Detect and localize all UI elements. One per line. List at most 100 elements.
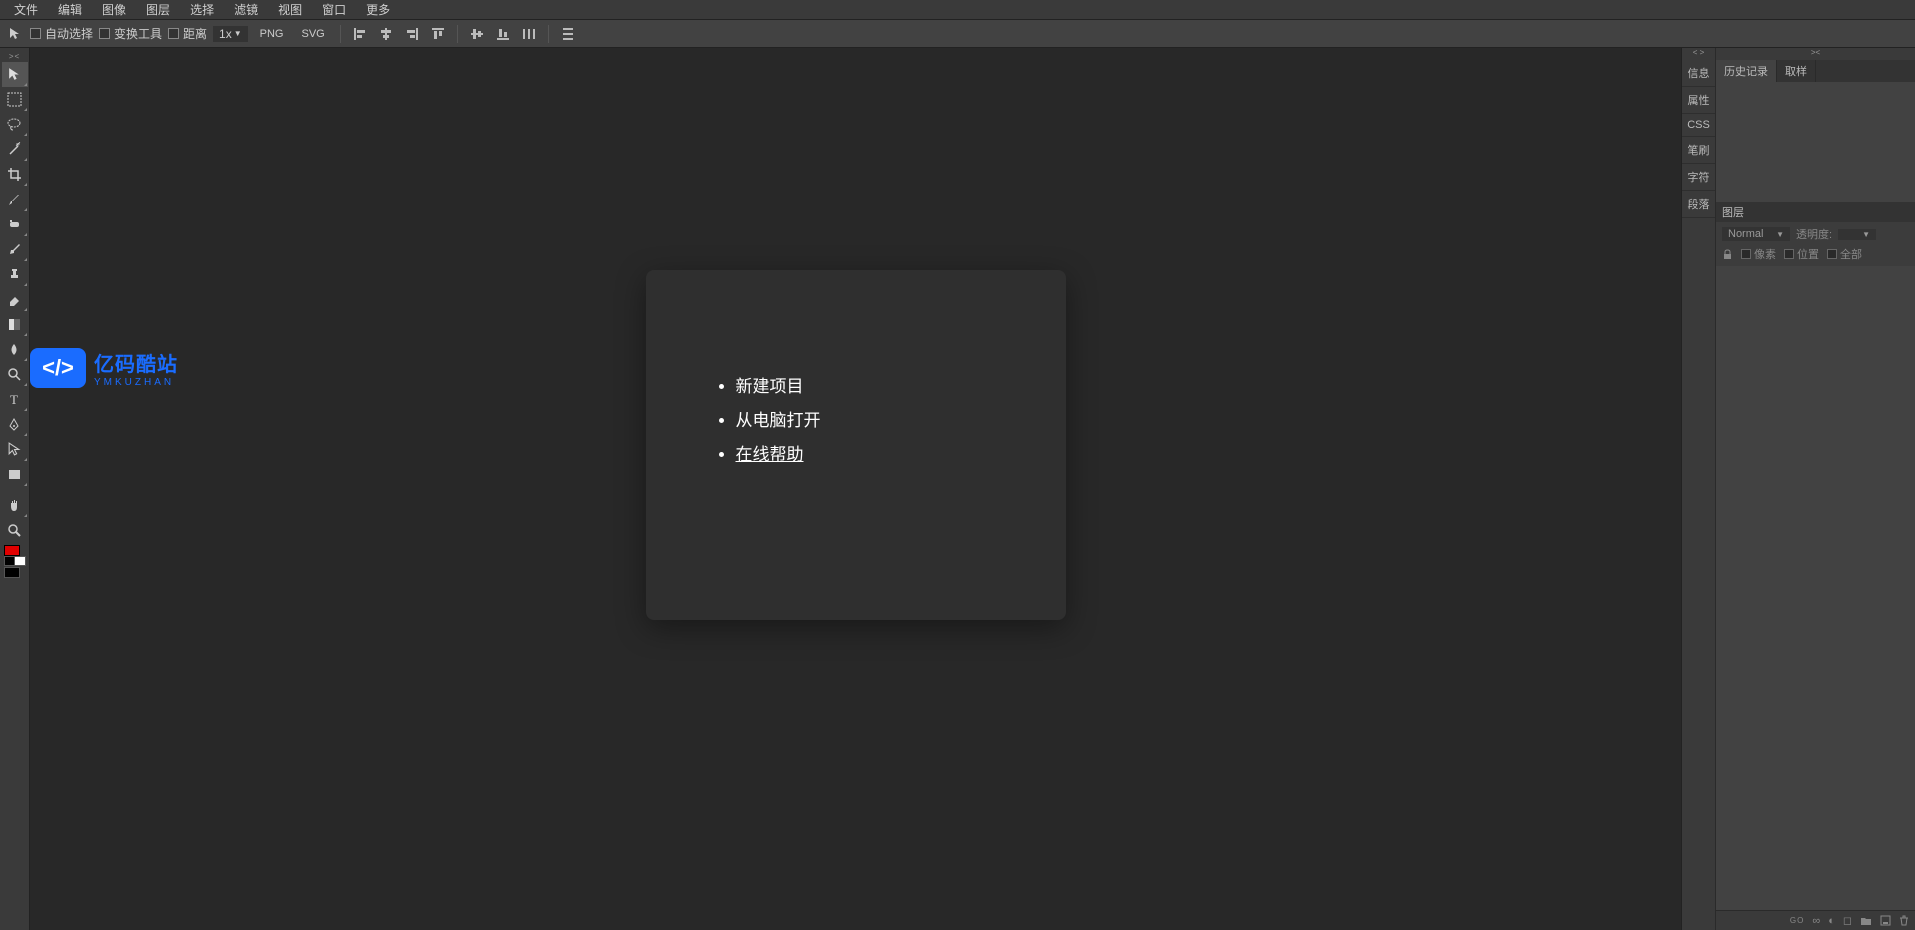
- export-png-button[interactable]: PNG: [254, 26, 290, 42]
- background-color[interactable]: [4, 567, 20, 578]
- magic-wand-tool[interactable]: [2, 137, 28, 162]
- dodge-tool[interactable]: [2, 362, 28, 387]
- layers-panel-header: 图层: [1716, 202, 1915, 222]
- layers-footer: GO ∞ ◐ ◻: [1716, 910, 1915, 930]
- svg-text:T: T: [10, 392, 18, 407]
- hand-tool[interactable]: [2, 493, 28, 518]
- menu-file[interactable]: 文件: [4, 0, 48, 20]
- clone-stamp-tool[interactable]: [2, 262, 28, 287]
- auto-select-checkbox[interactable]: 自动选择: [30, 25, 93, 42]
- menu-edit[interactable]: 编辑: [48, 0, 92, 20]
- type-tool[interactable]: T: [2, 387, 28, 412]
- lock-pixels-label: 像素: [1754, 246, 1776, 262]
- toolbar-collapse-handle[interactable]: ><: [0, 50, 29, 62]
- opacity-label: 透明度:: [1796, 226, 1832, 242]
- menu-view[interactable]: 视图: [268, 0, 312, 20]
- welcome-new-project[interactable]: 新建项目: [736, 370, 1006, 404]
- footer-trash-icon[interactable]: [1899, 915, 1909, 926]
- footer-new-layer-icon[interactable]: [1880, 915, 1891, 926]
- tab-character[interactable]: 字符: [1682, 164, 1715, 191]
- right-panels: < > 信息 属性 CSS 笔刷 字符 段落 >< 历史记录 取样 图层: [1681, 48, 1915, 930]
- layers-panel-body: GO ∞ ◐ ◻: [1716, 266, 1915, 930]
- lock-position-checkbox[interactable]: 位置: [1784, 246, 1819, 262]
- main-area: ><: [0, 48, 1915, 930]
- eraser-tool[interactable]: [2, 287, 28, 312]
- footer-chain-icon[interactable]: ∞: [1812, 915, 1820, 927]
- distance-label: 距离: [183, 25, 207, 42]
- menu-more[interactable]: 更多: [356, 0, 400, 20]
- distance-checkbox[interactable]: 距离: [168, 25, 207, 42]
- foreground-color[interactable]: [4, 545, 20, 556]
- tab-brushes[interactable]: 笔刷: [1682, 137, 1715, 164]
- footer-folder-icon[interactable]: [1860, 916, 1872, 926]
- watermark: </> 亿码酷站 YMKUZHAN: [30, 348, 178, 388]
- zoom-tool[interactable]: [2, 518, 28, 543]
- lasso-tool[interactable]: [2, 112, 28, 137]
- align-center-h-icon[interactable]: [376, 24, 396, 44]
- menu-filter[interactable]: 滤镜: [224, 0, 268, 20]
- blend-mode-value: Normal: [1728, 228, 1763, 240]
- move-tool[interactable]: [2, 62, 28, 87]
- align-top-icon[interactable]: [428, 24, 448, 44]
- gradient-tool[interactable]: [2, 312, 28, 337]
- path-select-tool[interactable]: [2, 437, 28, 462]
- transform-tool-checkbox[interactable]: 变换工具: [99, 25, 162, 42]
- color-swatches[interactable]: [2, 545, 28, 579]
- history-panel-body: [1716, 82, 1915, 202]
- menu-select[interactable]: 选择: [180, 0, 224, 20]
- tab-paragraph[interactable]: 段落: [1682, 191, 1715, 218]
- tab-css[interactable]: CSS: [1682, 114, 1715, 137]
- footer-adjust-icon[interactable]: ◐: [1828, 915, 1835, 927]
- marquee-tool[interactable]: [2, 87, 28, 112]
- lock-icon: [1722, 249, 1733, 260]
- panel-collapse-handle[interactable]: ><: [1716, 48, 1915, 60]
- lock-all-label: 全部: [1840, 246, 1862, 262]
- blend-mode-dropdown[interactable]: Normal ▼: [1722, 227, 1790, 241]
- tab-properties[interactable]: 属性: [1682, 87, 1715, 114]
- align-middle-v-icon[interactable]: [467, 24, 487, 44]
- tool-bar: ><: [0, 48, 30, 930]
- opacity-dropdown[interactable]: ▼: [1838, 229, 1876, 240]
- right-sidebar-tabs: < > 信息 属性 CSS 笔刷 字符 段落: [1682, 48, 1716, 930]
- right-main-panels: >< 历史记录 取样 图层 Normal ▼ 透明度: ▼: [1716, 48, 1915, 930]
- crop-tool[interactable]: [2, 162, 28, 187]
- lock-pixels-checkbox[interactable]: 像素: [1741, 246, 1776, 262]
- auto-select-label: 自动选择: [45, 25, 93, 42]
- tab-swatch[interactable]: 取样: [1777, 60, 1816, 82]
- footer-mask-icon[interactable]: ◻: [1843, 914, 1852, 927]
- align-right-icon[interactable]: [402, 24, 422, 44]
- separator: [548, 25, 549, 43]
- layers-list: [1716, 266, 1915, 910]
- zoom-dropdown[interactable]: 1x▼: [213, 26, 248, 42]
- canvas-area: 新建项目 从电脑打开 在线帮助 </> 亿码酷站 YMKUZHAN: [30, 48, 1681, 930]
- menu-window[interactable]: 窗口: [312, 0, 356, 20]
- shape-tool[interactable]: [2, 462, 28, 487]
- healing-brush-tool[interactable]: [2, 212, 28, 237]
- footer-link-icon[interactable]: GO: [1790, 916, 1804, 925]
- brush-tool[interactable]: [2, 237, 28, 262]
- distribute-h-icon[interactable]: [519, 24, 539, 44]
- menu-layer[interactable]: 图层: [136, 0, 180, 20]
- history-panel-tabs: 历史记录 取样: [1716, 60, 1915, 82]
- export-svg-button[interactable]: SVG: [296, 26, 331, 42]
- layers-controls: Normal ▼ 透明度: ▼ 像素 位置 全部: [1716, 222, 1915, 266]
- sidebar-collapse-handle[interactable]: < >: [1682, 48, 1715, 60]
- lock-all-checkbox[interactable]: 全部: [1827, 246, 1862, 262]
- tab-history[interactable]: 历史记录: [1716, 60, 1777, 82]
- menu-image[interactable]: 图像: [92, 0, 136, 20]
- tab-info[interactable]: 信息: [1682, 60, 1715, 87]
- layers-tab-label[interactable]: 图层: [1722, 204, 1744, 220]
- welcome-online-help[interactable]: 在线帮助: [736, 438, 1006, 472]
- align-bottom-icon[interactable]: [493, 24, 513, 44]
- default-colors-icon[interactable]: [14, 556, 26, 566]
- options-bar: 自动选择 变换工具 距离 1x▼ PNG SVG: [0, 20, 1915, 48]
- welcome-card: 新建项目 从电脑打开 在线帮助: [646, 270, 1066, 620]
- align-left-icon[interactable]: [350, 24, 370, 44]
- blur-tool[interactable]: [2, 337, 28, 362]
- eyedropper-tool[interactable]: [2, 187, 28, 212]
- watermark-subtitle: YMKUZHAN: [94, 377, 178, 388]
- pen-tool[interactable]: [2, 412, 28, 437]
- distribute-v-icon[interactable]: [558, 24, 578, 44]
- lock-position-label: 位置: [1797, 246, 1819, 262]
- welcome-open-computer[interactable]: 从电脑打开: [736, 404, 1006, 438]
